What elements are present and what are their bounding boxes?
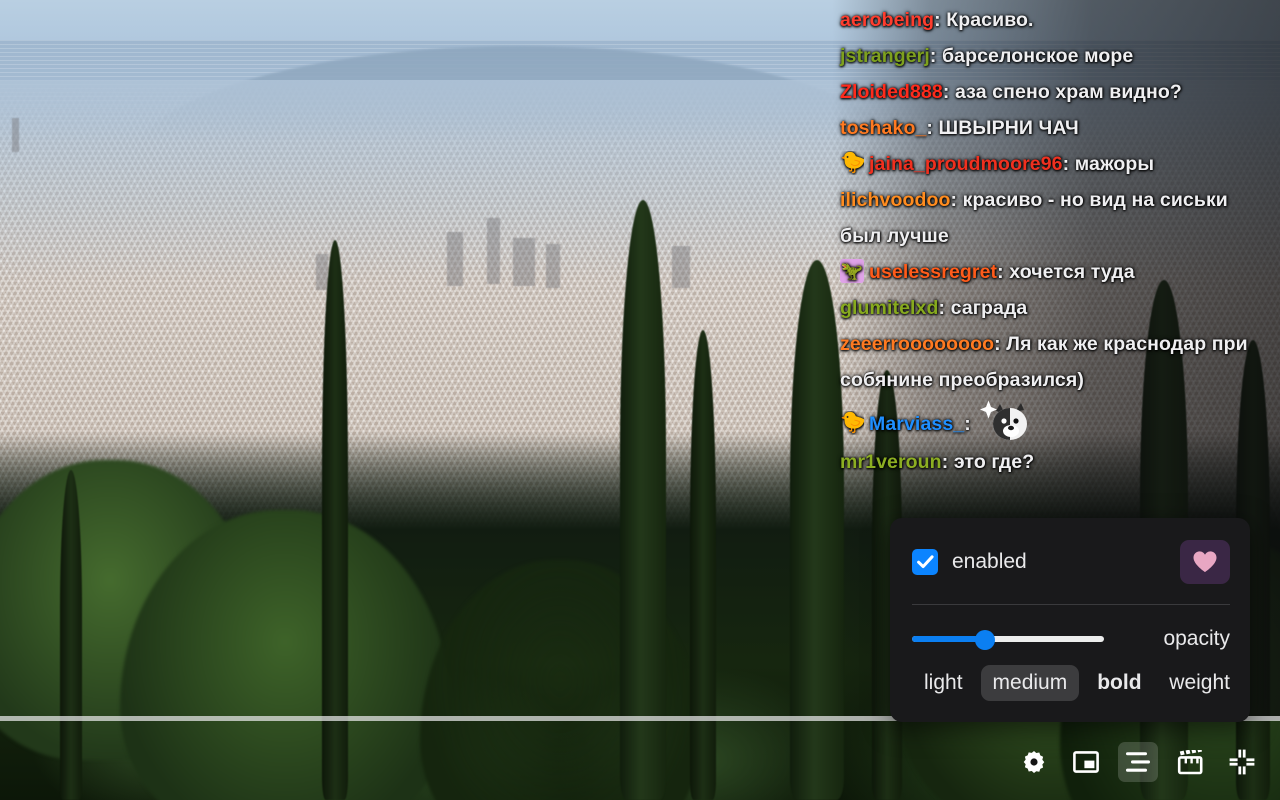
chat-message-text: барселонское море xyxy=(942,45,1134,67)
chat-message: zeeerroooooooo: Ля как же краснодар при … xyxy=(840,326,1270,398)
building xyxy=(513,238,535,286)
building xyxy=(487,218,500,284)
chat-message-text: хочется туда xyxy=(1009,261,1135,283)
cypress-tree xyxy=(620,200,666,800)
chat-message-text: саграда xyxy=(950,297,1028,319)
chat-colon: : xyxy=(997,261,1010,283)
chat-colon: : xyxy=(929,45,942,67)
chat-message: 🐤 Marviass_: xyxy=(840,398,1270,444)
chat-message: Zloided888: аза спено храм видно? xyxy=(840,74,1270,110)
chat-message: ilichvoodoo: красиво - но вид на сиськи … xyxy=(840,182,1270,254)
chat-message: glumitelxd: саграда xyxy=(840,290,1270,326)
cypress-tree xyxy=(690,330,716,800)
chat-message-text: аза спено храм видно? xyxy=(955,81,1182,103)
chat-colon: : xyxy=(1062,153,1075,175)
chat-colon: : xyxy=(934,9,947,31)
picture-in-picture-button[interactable] xyxy=(1066,742,1106,782)
settings-divider xyxy=(912,604,1230,605)
enabled-checkbox[interactable] xyxy=(912,549,938,575)
chat-colon: : xyxy=(941,451,954,473)
checkmark-icon xyxy=(916,555,934,569)
favorite-button[interactable] xyxy=(1180,540,1230,584)
chat-message-text: ШВЫРНИ ЧАЧ xyxy=(938,117,1079,139)
chat-username[interactable]: Marviass_ xyxy=(869,413,964,435)
chat-username[interactable]: glumitelxd xyxy=(840,297,939,319)
chat-message: aerobeing: Красиво. xyxy=(840,2,1270,38)
building xyxy=(447,232,463,286)
chat-username[interactable]: jstrangerj xyxy=(840,45,930,67)
building xyxy=(12,118,19,152)
building xyxy=(546,244,560,288)
opacity-slider-fill xyxy=(912,636,986,642)
settings-button[interactable] xyxy=(1014,742,1054,782)
chat-username[interactable]: zeeerroooooooo xyxy=(840,333,994,355)
chat-colon: : xyxy=(964,413,977,435)
building xyxy=(672,246,690,288)
cypress-tree xyxy=(60,470,82,800)
opacity-slider[interactable] xyxy=(912,630,1104,650)
player-controls-toolbar xyxy=(1010,738,1266,786)
weight-option-bold[interactable]: bold xyxy=(1085,665,1153,701)
dog-sparkle-emote xyxy=(980,398,1032,444)
chat-message: jstrangerj: барселонское море xyxy=(840,38,1270,74)
chat-username[interactable]: aerobeing xyxy=(840,9,934,31)
chat-message-text: Красиво. xyxy=(946,9,1034,31)
chat-colon: : xyxy=(942,81,955,103)
settings-row-opacity: opacity xyxy=(912,627,1230,651)
enabled-label: enabled xyxy=(952,550,1027,573)
picture-in-picture-icon xyxy=(1073,751,1099,773)
chat-message-text: это где? xyxy=(953,451,1035,473)
chat-username[interactable]: ilichvoodoo xyxy=(840,189,951,211)
duck-badge-icon: 🐤 xyxy=(840,411,864,434)
chat-message: toshako_: ШВЫРНИ ЧАЧ xyxy=(840,110,1270,146)
opacity-slider-thumb[interactable] xyxy=(975,630,996,650)
chat-username[interactable]: jaina_proudmoore96 xyxy=(869,153,1063,175)
settings-row-enabled: enabled xyxy=(912,540,1230,584)
gear-icon xyxy=(1023,750,1045,774)
chat-colon: : xyxy=(950,189,963,211)
chat-lines-icon xyxy=(1126,752,1150,772)
video-player-fullscreen: aerobeing: Красиво. jstrangerj: барселонс… xyxy=(0,0,1280,800)
exit-fullscreen-button[interactable] xyxy=(1222,742,1262,782)
chat-message-text: мажоры xyxy=(1074,153,1155,175)
chat-message: 🐤 jaina_proudmoore96: мажоры xyxy=(840,146,1270,182)
chat-message: mr1veroun: это где? xyxy=(840,444,1270,480)
weight-label: weight xyxy=(1169,671,1230,694)
chat-username[interactable]: toshako_ xyxy=(840,117,926,139)
opacity-label: opacity xyxy=(1163,627,1230,650)
weight-option-light[interactable]: light xyxy=(912,665,975,701)
chat-colon: : xyxy=(926,117,939,139)
weight-option-medium[interactable]: medium xyxy=(980,665,1080,701)
chat-colon: : xyxy=(994,333,1007,355)
chat-username[interactable]: uselessregret xyxy=(869,261,997,283)
dino-badge-icon: 🦖 xyxy=(840,259,864,283)
building xyxy=(316,254,328,290)
heart-icon xyxy=(1193,551,1217,572)
chat-username[interactable]: Zloided888 xyxy=(840,81,943,103)
clapperboard-icon xyxy=(1177,749,1203,774)
chat-toggle-button[interactable] xyxy=(1118,742,1158,782)
chat-message: 🦖 uselessregret: хочется туда xyxy=(840,254,1270,290)
theater-mode-button[interactable] xyxy=(1170,742,1210,782)
chat-overlay-settings-panel: enabled opacity light medium bold weight xyxy=(890,518,1250,722)
settings-row-weight: light medium bold weight xyxy=(912,665,1230,701)
chat-colon: : xyxy=(938,297,951,319)
exit-fullscreen-icon xyxy=(1229,749,1255,775)
duck-badge-icon: 🐤 xyxy=(840,151,864,174)
chat-username[interactable]: mr1veroun xyxy=(840,451,942,473)
enabled-toggle[interactable]: enabled xyxy=(912,549,1027,575)
chat-message-list[interactable]: aerobeing: Красиво. jstrangerj: барселонс… xyxy=(840,2,1270,480)
